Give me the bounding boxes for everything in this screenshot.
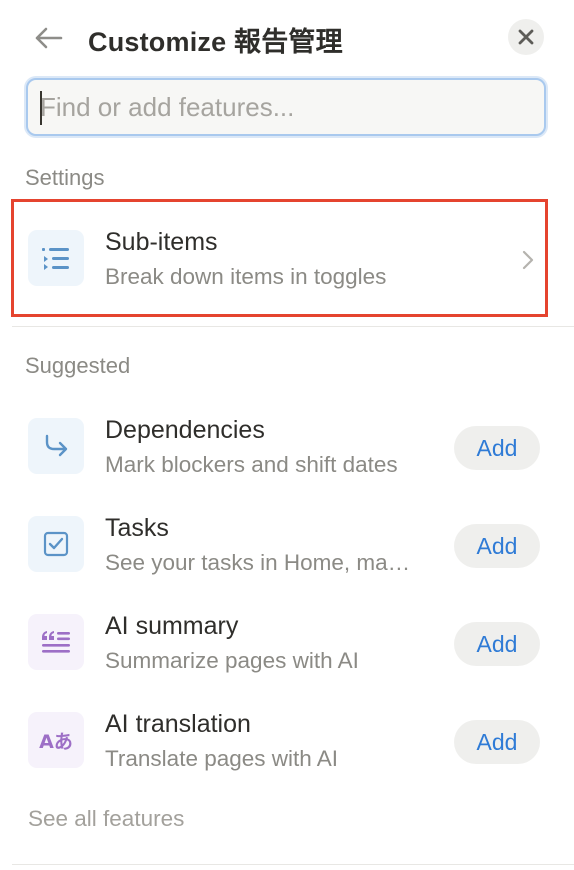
add-tasks-button[interactable]: Add — [454, 524, 540, 568]
search-box — [26, 78, 546, 136]
section-divider — [12, 326, 574, 327]
arrow-left-icon — [35, 27, 63, 49]
feature-description: Mark blockers and shift dates — [105, 452, 398, 477]
checkbox-icon — [28, 516, 84, 572]
dependency-arrow-icon — [28, 418, 84, 474]
feature-description: Translate pages with AI — [105, 746, 339, 771]
panel-header: Customize 報告管理 — [0, 0, 574, 76]
feature-row-dependencies: Dependencies Mark blockers and shift dat… — [0, 402, 574, 492]
footer-divider — [12, 864, 574, 865]
ai-translation-icon: Aあ — [28, 712, 84, 768]
suggested-section-label: Suggested — [25, 353, 131, 378]
see-all-features-link[interactable]: See all features — [28, 806, 184, 832]
add-ai-translation-button[interactable]: Add — [454, 720, 540, 764]
ai-translation-icon-text: Aあ — [39, 730, 73, 753]
feature-row-ai-translation: Aあ AI translation Translate pages with A… — [0, 696, 574, 786]
text-cursor — [40, 91, 42, 125]
panel-title: Customize 報告管理 — [88, 27, 343, 57]
feature-title: Tasks — [105, 514, 169, 542]
close-button[interactable] — [508, 19, 544, 55]
feature-row-tasks: Tasks See your tasks in Home, ma… Add — [0, 500, 574, 590]
add-ai-summary-button[interactable]: Add — [454, 622, 540, 666]
feature-title: AI summary — [105, 612, 239, 640]
feature-title: AI translation — [105, 710, 251, 738]
close-icon — [518, 29, 534, 45]
search-input[interactable] — [40, 88, 530, 126]
back-button[interactable] — [30, 22, 66, 54]
feature-description: See your tasks in Home, ma… — [105, 550, 411, 575]
settings-section-label: Settings — [25, 165, 105, 190]
add-dependencies-button[interactable]: Add — [454, 426, 540, 470]
feature-row-ai-summary: AI summary Summarize pages with AI Add — [0, 598, 574, 688]
ai-summary-quote-icon — [28, 614, 84, 670]
feature-title: Dependencies — [105, 416, 265, 444]
highlight-box — [11, 199, 548, 317]
feature-description: Summarize pages with AI — [105, 648, 359, 673]
